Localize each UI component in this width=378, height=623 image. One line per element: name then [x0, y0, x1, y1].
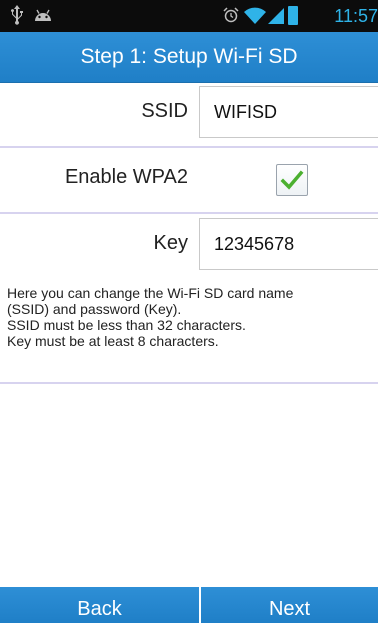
signal-icon: [268, 8, 284, 24]
battery-icon: [288, 6, 298, 25]
key-input[interactable]: 12345678: [199, 218, 378, 270]
wpa2-checkbox[interactable]: [276, 164, 308, 196]
key-row: Key 12345678: [0, 214, 378, 270]
wpa2-label: Enable WPA2: [64, 166, 188, 188]
ssid-input[interactable]: WIFISD: [199, 86, 378, 138]
key-label: Key: [153, 232, 188, 254]
divider: [0, 382, 378, 384]
help-text: Here you can change the Wi-Fi SD card na…: [7, 285, 372, 349]
page-title: Step 1: Setup Wi-Fi SD: [80, 45, 298, 68]
help-line: Here you can change the Wi-Fi SD card na…: [7, 285, 294, 301]
alarm-icon: [223, 7, 239, 23]
usb-icon: [11, 5, 23, 25]
wifi-icon: [244, 7, 266, 24]
help-line: (SSID) and password (Key).: [7, 301, 182, 317]
next-button[interactable]: Next: [201, 587, 378, 623]
title-bar: Step 1: Setup Wi-Fi SD: [0, 32, 378, 83]
wpa2-row: Enable WPA2: [0, 148, 378, 212]
status-time: 11:57: [334, 6, 378, 26]
checkmark-icon: [280, 170, 304, 190]
status-bar: 11:57: [0, 0, 378, 32]
ssid-row: SSID WIFISD: [0, 82, 378, 146]
back-button[interactable]: Back: [0, 587, 199, 623]
android-icon: [35, 9, 51, 21]
help-line: SSID must be less than 32 characters.: [7, 317, 246, 333]
ssid-label: SSID: [141, 100, 188, 122]
help-line: Key must be at least 8 characters.: [7, 333, 219, 349]
